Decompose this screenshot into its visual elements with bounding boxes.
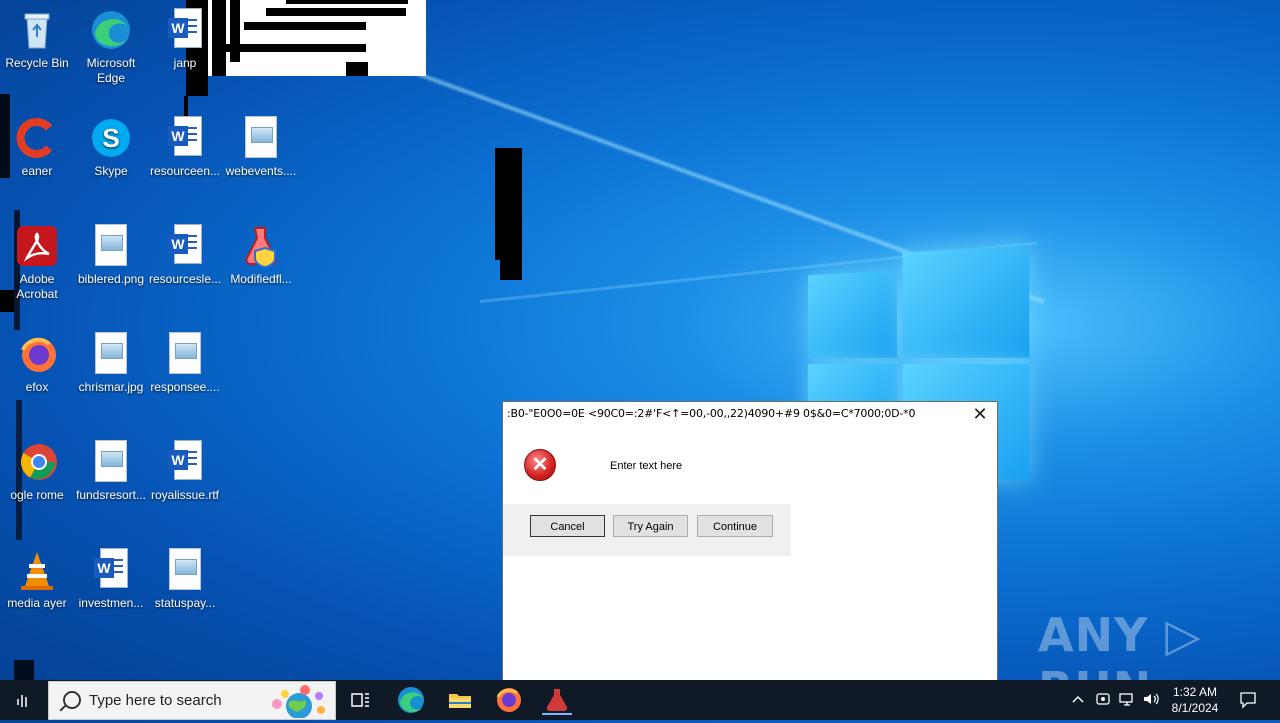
- active-app-taskbar-icon[interactable]: [542, 685, 572, 715]
- adobe-acrobat-icon: [15, 224, 59, 268]
- desktop-icon-label: janp: [173, 56, 197, 70]
- image-file-icon: [95, 224, 127, 266]
- desktop-icon-label: media ayer: [7, 596, 67, 610]
- desktop-icon-janp[interactable]: W janp: [148, 8, 222, 71]
- desktop-icon-label: Modifiedfl...: [230, 272, 292, 286]
- search-box[interactable]: Type here to search: [48, 681, 336, 720]
- word-document-icon: W: [168, 440, 202, 480]
- file-explorer-icon[interactable]: [445, 685, 475, 715]
- try-again-button[interactable]: Try Again: [613, 515, 688, 537]
- desktop-icon-label: fundsresort...: [75, 488, 147, 502]
- desktop-icon-recycle-bin[interactable]: Recycle Bin: [0, 8, 74, 71]
- chevron-up-icon[interactable]: [1070, 691, 1086, 710]
- network-icon[interactable]: [1118, 691, 1136, 710]
- image-file-icon: [245, 116, 277, 158]
- desktop-icon-label: Recycle Bin: [5, 56, 69, 70]
- start-button[interactable]: [8, 685, 38, 715]
- tray-app-icon[interactable]: [1095, 691, 1111, 710]
- desktop-icon-statuspay[interactable]: statuspay...: [148, 548, 222, 611]
- desktop-icon-skype[interactable]: S Skype: [74, 116, 148, 179]
- recycle-bin-icon: [15, 8, 59, 52]
- image-file-icon: [95, 440, 127, 482]
- desktop-icon-label: Skype: [94, 164, 128, 178]
- desktop-icon-label: chrismar.jpg: [78, 380, 144, 394]
- dialog-title: :B0-"E0O0=0E <90C0=:2#'F<↑=00,-00,,22)40…: [507, 407, 916, 420]
- desktop-icon-label: resourcesle...: [148, 272, 222, 286]
- edge-icon: [89, 8, 133, 52]
- close-icon[interactable]: ✕: [971, 405, 989, 423]
- search-highlight-icon: [267, 684, 329, 719]
- desktop-icon-resourcesle[interactable]: W resourcesle...: [148, 224, 222, 287]
- flask-shield-icon: [239, 224, 283, 269]
- desktop-icon-biblered-png[interactable]: biblered.png: [74, 224, 148, 287]
- image-file-icon: [95, 332, 127, 374]
- desktop-icon-label: royalissue.rtf: [150, 488, 220, 502]
- desktop-icon-responsee[interactable]: responsee....: [148, 332, 222, 395]
- word-document-icon: W: [168, 8, 202, 48]
- desktop-icon-label: ogle rome: [10, 488, 64, 502]
- skype-icon: S: [89, 116, 133, 160]
- desktop-icon-label: Microsoft Edge: [86, 56, 136, 85]
- dialog-message: Enter text here: [610, 460, 683, 472]
- error-icon: ✕: [524, 449, 556, 481]
- desktop-icon-label: Adobe Acrobat: [16, 272, 58, 301]
- desktop-icon-webevents[interactable]: webevents....: [224, 116, 298, 179]
- desktop-icon-label: responsee....: [150, 380, 220, 394]
- word-document-icon: W: [94, 548, 128, 588]
- ccleaner-icon: [15, 116, 59, 160]
- svg-text:S: S: [102, 123, 119, 153]
- desktop-icon-label: eaner: [21, 164, 53, 178]
- task-view-icon[interactable]: [345, 685, 375, 715]
- desktop-icon-chrismar-jpg[interactable]: chrismar.jpg: [74, 332, 148, 395]
- word-document-icon: W: [168, 116, 202, 156]
- cancel-button[interactable]: Cancel: [530, 515, 605, 537]
- desktop-icon-label: investmen...: [78, 596, 144, 610]
- firefox-taskbar-icon[interactable]: [494, 685, 524, 715]
- desktop-icon-label: biblered.png: [77, 272, 145, 286]
- desktop-icon-label: statuspay...: [154, 596, 216, 610]
- word-document-icon: W: [168, 224, 202, 264]
- edge-taskbar-icon[interactable]: [396, 685, 426, 715]
- continue-button[interactable]: Continue: [697, 515, 773, 537]
- notification-icon[interactable]: [1238, 690, 1258, 713]
- image-file-icon: [169, 548, 201, 590]
- desktop-icon-resourceen[interactable]: W resourceen...: [148, 116, 222, 179]
- desktop-icon-ccleaner[interactable]: eaner: [0, 116, 74, 179]
- desktop-icon-royalissue-rtf[interactable]: W royalissue.rtf: [148, 440, 222, 503]
- firefox-icon: [15, 332, 59, 376]
- vlc-cone-icon: [15, 548, 59, 592]
- image-file-icon: [169, 332, 201, 374]
- chrome-icon: [15, 440, 59, 484]
- desktop-icon-microsoft-edge[interactable]: Microsoft Edge: [74, 8, 148, 86]
- desktop-icon-label: efox: [25, 380, 49, 394]
- volume-icon[interactable]: [1142, 691, 1160, 710]
- clock-time: 1:32 AM: [1172, 685, 1218, 699]
- desktop-icon-google-chrome[interactable]: ogle rome: [0, 440, 74, 503]
- clock[interactable]: 1:32 AM 8/1/2024: [1168, 684, 1222, 716]
- desktop-icon-modifiedfl[interactable]: Modifiedfl...: [224, 224, 298, 287]
- search-icon: [63, 691, 81, 709]
- clock-date: 8/1/2024: [1171, 701, 1219, 715]
- desktop-icon-label: resourceen...: [149, 164, 221, 178]
- desktop-icon-fundsresort[interactable]: fundsresort...: [74, 440, 148, 503]
- desktop-icon-vlc[interactable]: media ayer: [0, 548, 74, 611]
- error-dialog: :B0-"E0O0=0E <90C0=:2#'F<↑=00,-00,,22)40…: [502, 401, 998, 685]
- search-placeholder: Type here to search: [89, 692, 222, 709]
- desktop-icon-firefox[interactable]: efox: [0, 332, 74, 395]
- desktop-icon-label: webevents....: [225, 164, 297, 178]
- desktop-icon-investmen[interactable]: W investmen...: [74, 548, 148, 611]
- desktop-icon-adobe-acrobat[interactable]: Adobe Acrobat: [0, 224, 74, 302]
